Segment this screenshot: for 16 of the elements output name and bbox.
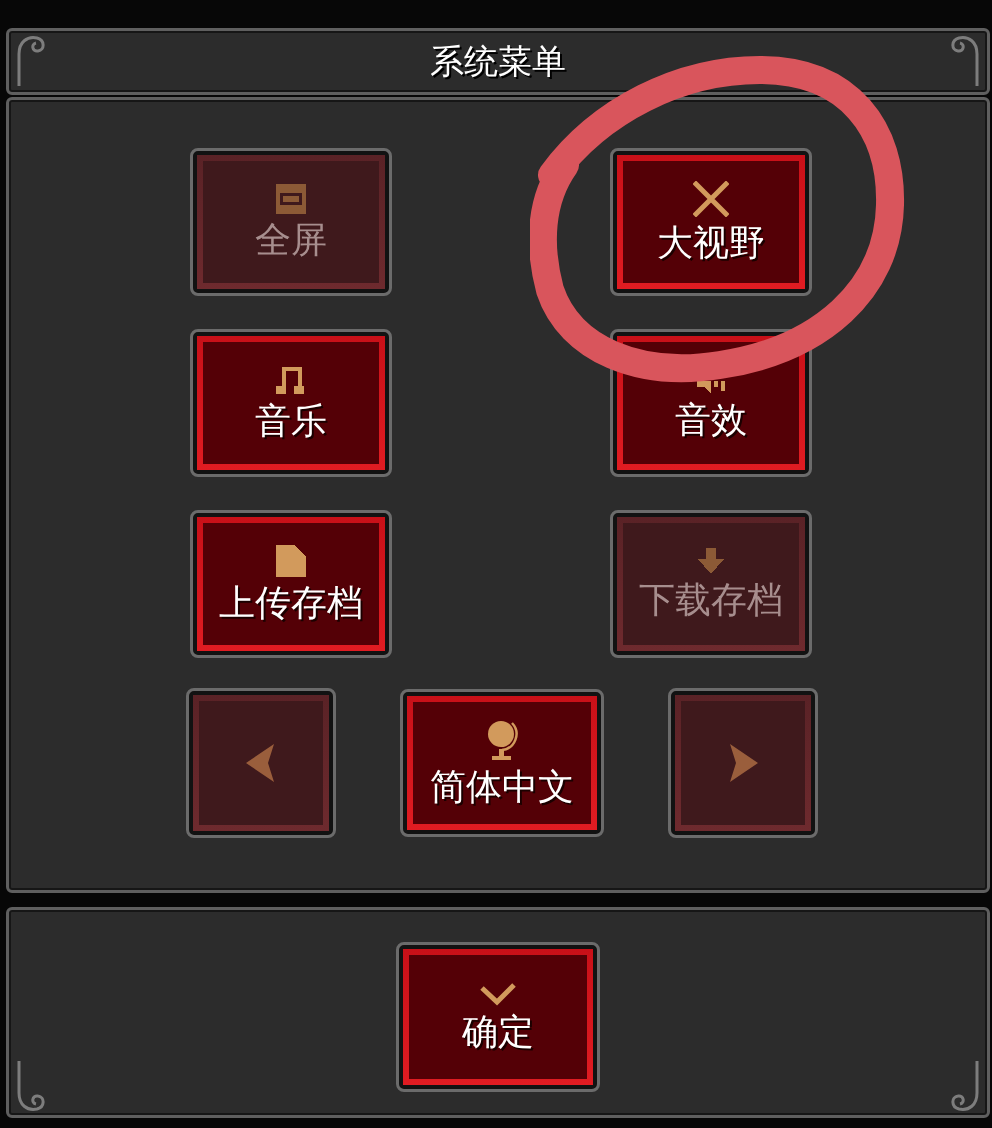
globe-icon	[486, 719, 518, 762]
right-arrow-icon	[728, 744, 758, 782]
cross-icon	[693, 181, 729, 218]
speaker-icon	[697, 381, 725, 395]
upload-save-button[interactable]: 上传存档	[190, 510, 392, 658]
wide-view-button[interactable]: 大视野	[610, 148, 812, 296]
left-arrow-icon	[246, 744, 276, 782]
check-icon	[479, 982, 517, 1007]
window-icon	[276, 184, 306, 215]
language-button[interactable]: 简体中文	[400, 689, 604, 837]
music-note-icon	[276, 365, 306, 396]
down-arrow-icon	[698, 548, 724, 575]
confirm-button[interactable]: 确定	[396, 942, 600, 1092]
window-title: 系统菜单	[430, 41, 566, 82]
document-icon	[276, 545, 306, 578]
music-button[interactable]: 音乐	[190, 329, 392, 477]
